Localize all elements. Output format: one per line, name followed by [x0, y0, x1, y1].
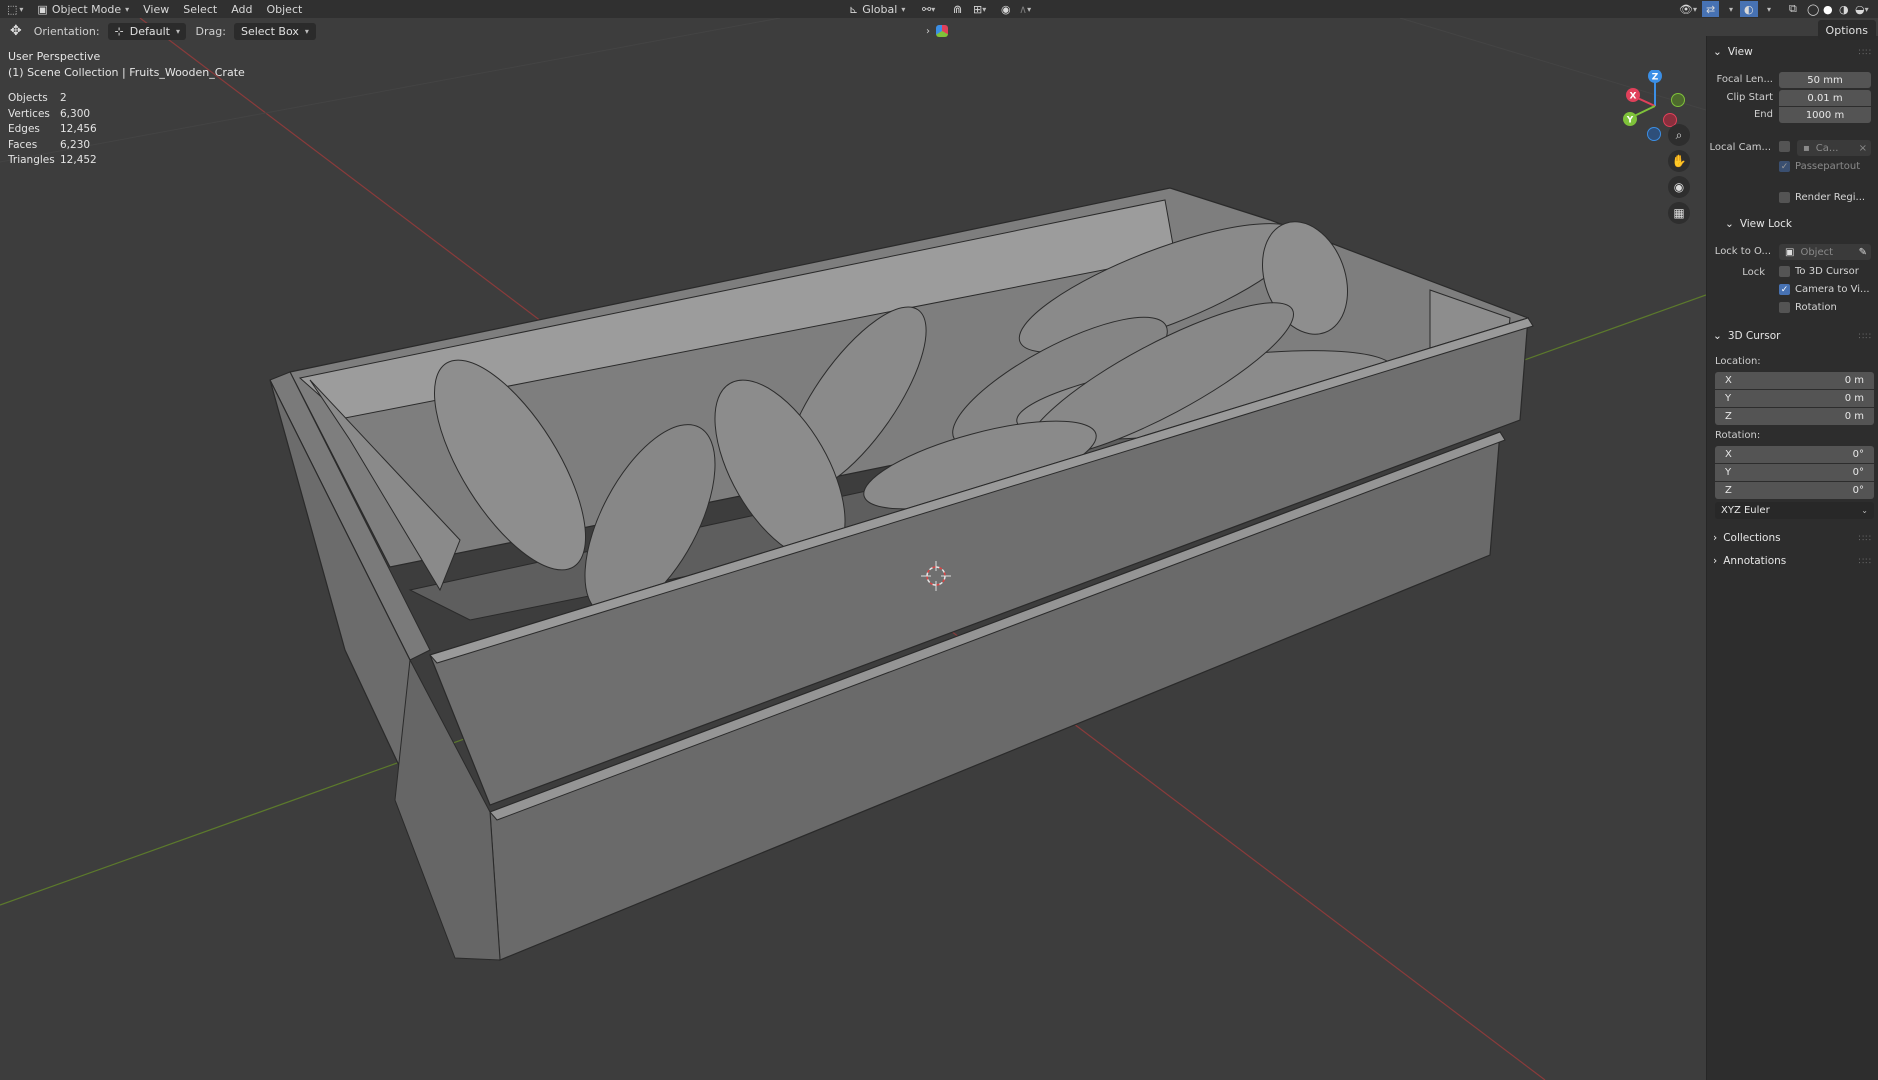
lock-rotation-checkbox[interactable]: Rotation: [1779, 302, 1837, 313]
clip-end-field[interactable]: 1000 m: [1779, 107, 1871, 123]
clip-end-label: End: [1753, 109, 1773, 120]
chevron-right-icon: ›: [1713, 532, 1718, 544]
chevron-down-icon: ⌄: [1713, 330, 1722, 342]
rotation-y-field[interactable]: Y 0°: [1715, 464, 1874, 481]
perspective-label: User Perspective: [8, 50, 101, 63]
gizmo-toggle[interactable]: ›: [926, 25, 948, 37]
rotation-label: Rotation:: [1715, 430, 1761, 441]
drag-dropdown[interactable]: Select Box ▾: [233, 22, 316, 40]
viewport-scene: [0, 18, 1706, 1080]
zoom-icon[interactable]: ⌕: [1668, 124, 1690, 146]
clear-icon: ×: [1858, 142, 1867, 154]
orientation-dropdown[interactable]: ⊹ Default ▾: [107, 22, 186, 40]
location-z-field[interactable]: Z0 m: [1715, 408, 1874, 425]
focal-length-field[interactable]: 50 mm: [1779, 72, 1871, 88]
camera-icon: ▪: [1803, 142, 1810, 154]
location-y-field[interactable]: Y0 m: [1715, 390, 1874, 407]
3d-viewport[interactable]: User Perspective (1) Scene Collection | …: [0, 18, 1706, 1080]
lock-to-object-field[interactable]: ▣ Object ✎: [1779, 244, 1871, 260]
menu-add[interactable]: Add: [224, 0, 259, 18]
menu-view[interactable]: View: [136, 0, 176, 18]
visibility-icon[interactable]: 👁 ▾: [1672, 0, 1704, 18]
sidebar-view-panel: Options ⌄ View ∷∷ Focal Len... 50 mm Clip…: [1706, 20, 1878, 1080]
menu-object[interactable]: Object: [259, 0, 309, 18]
orientation-icon: ⊹: [114, 24, 124, 38]
editor-type-icon[interactable]: ⬚ ▾: [0, 0, 30, 18]
local-camera-field[interactable]: ▪ Ca... ×: [1797, 140, 1871, 156]
lock-to-object-label: Lock to O...: [1714, 246, 1771, 257]
svg-text:Z: Z: [1652, 73, 1659, 83]
grid-ortho-icon[interactable]: ▦: [1668, 202, 1690, 224]
chevron-down-icon: ⌄: [1713, 46, 1722, 58]
axes-icon: ⊾: [849, 2, 859, 16]
snap-target-icon[interactable]: ⊞ ▾: [966, 0, 993, 18]
menu-select[interactable]: Select: [176, 0, 224, 18]
svg-text:Y: Y: [1626, 116, 1634, 126]
overlays-icon[interactable]: ◐: [1740, 1, 1758, 17]
camera-to-view-checkbox[interactable]: ✓ Camera to Vi...: [1779, 284, 1870, 295]
chevron-right-icon: ›: [926, 25, 930, 37]
eyedropper-icon: ✎: [1858, 246, 1867, 258]
overlays-dropdown-icon[interactable]: ▾: [1760, 0, 1778, 18]
object-icon: ▣: [1785, 246, 1795, 258]
drag-grip-icon[interactable]: ∷∷: [1859, 332, 1872, 342]
options-button[interactable]: Options: [1817, 20, 1876, 40]
chevron-right-icon: ›: [1713, 555, 1718, 567]
location-label: Location:: [1715, 356, 1761, 367]
gizmo-color-icon: [936, 25, 948, 37]
collection-label: (1) Scene Collection | Fruits_Wooden_Cra…: [8, 66, 245, 79]
transform-orientation-dropdown[interactable]: ⊾ Global ▾: [842, 0, 912, 18]
passepartout-checkbox[interactable]: ✓ Passepartout: [1779, 161, 1860, 172]
local-camera-checkbox[interactable]: [1779, 141, 1790, 152]
collections-section-header[interactable]: › Collections: [1713, 532, 1781, 544]
rotation-x-field[interactable]: X 0°: [1715, 446, 1874, 463]
lock-to-3d-cursor-checkbox[interactable]: To 3D Cursor: [1779, 266, 1859, 277]
render-region-checkbox[interactable]: Render Regi...: [1779, 192, 1865, 203]
orientation-label: Orientation:: [33, 24, 100, 38]
clip-start-field[interactable]: 0.01 m: [1779, 90, 1871, 106]
drag-grip-icon[interactable]: ∷∷: [1859, 534, 1872, 544]
rotation-mode-dropdown[interactable]: XYZ Euler ⌄: [1715, 502, 1874, 519]
view-lock-section-header[interactable]: ⌄ View Lock: [1725, 218, 1792, 230]
pivot-icon[interactable]: ⚯ ▾: [915, 0, 942, 18]
gizmo-dropdown-icon[interactable]: ▾: [1722, 0, 1740, 18]
chevron-down-icon: ⌄: [1725, 218, 1734, 230]
view-section-header[interactable]: ⌄ View: [1713, 46, 1753, 58]
gizmo-toggle-icon[interactable]: ⇄: [1702, 1, 1720, 17]
3d-cursor-section-header[interactable]: ⌄ 3D Cursor: [1713, 330, 1780, 342]
camera-view-icon[interactable]: ◉: [1668, 176, 1690, 198]
lock-label: Lock: [1742, 267, 1765, 278]
drag-grip-icon[interactable]: ∷∷: [1859, 557, 1872, 567]
rendered-shading-icon[interactable]: ◒ ▾: [1848, 0, 1876, 18]
focal-length-label: Focal Len...: [1716, 74, 1773, 85]
object-mode-icon: ▣: [37, 2, 48, 16]
svg-text:X: X: [1630, 92, 1637, 102]
pan-hand-icon[interactable]: ✋: [1668, 150, 1690, 172]
tool-settings-bar: ✥ Orientation: ⊹ Default ▾ Drag: Select Bo…: [0, 20, 1878, 42]
annotations-section-header[interactable]: › Annotations: [1713, 555, 1786, 567]
rotation-z-field[interactable]: Z 0°: [1715, 482, 1874, 499]
drag-grip-icon[interactable]: ∷∷: [1859, 48, 1872, 58]
transform-tool-icon[interactable]: ✥: [10, 23, 22, 39]
drag-label: Drag:: [195, 24, 226, 38]
falloff-icon[interactable]: ∧ ▾: [1012, 0, 1038, 18]
viewport-header: ⬚ ▾ ▣ Object Mode ▾ View Select Add Object …: [0, 0, 1878, 18]
local-camera-label: Local Cam...: [1709, 142, 1771, 153]
location-x-field[interactable]: X0 m: [1715, 372, 1874, 389]
scene-statistics: Objects 2 Vertices 6,300 Edges 12,456 Faces…: [8, 92, 97, 166]
clip-start-label: Clip Start: [1726, 92, 1774, 103]
mode-dropdown[interactable]: ▣ Object Mode ▾: [30, 0, 136, 18]
